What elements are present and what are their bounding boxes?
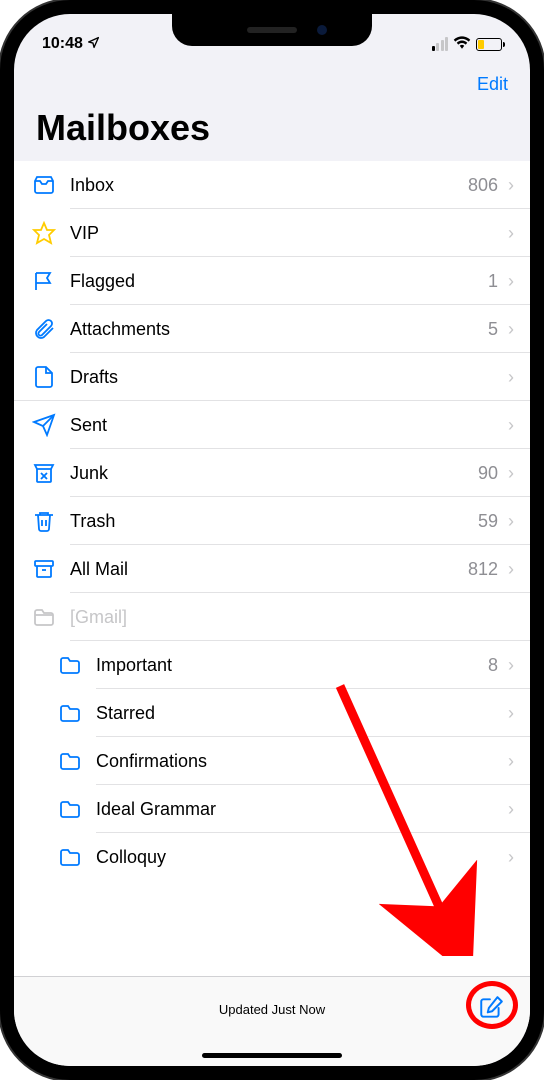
mailbox-label: Important — [96, 655, 488, 676]
chevron-right-icon: › — [508, 463, 514, 484]
page-title: Mailboxes — [14, 103, 530, 161]
draft-icon — [32, 365, 70, 389]
notch — [172, 14, 372, 46]
chevron-right-icon: › — [508, 223, 514, 244]
sync-status: Updated Just Now — [219, 1002, 325, 1017]
compose-button[interactable] — [474, 991, 508, 1028]
mailbox-count: 5 — [488, 319, 498, 340]
mailbox-count: 806 — [468, 175, 498, 196]
mailbox-row-ideal-grammar[interactable]: Ideal Grammar› — [14, 785, 530, 833]
mailbox-row-sent[interactable]: Sent› — [14, 401, 530, 449]
status-time: 10:48 — [42, 35, 100, 53]
junk-icon — [32, 461, 70, 485]
nav-bar: Edit — [14, 64, 530, 103]
mailbox-row-trash[interactable]: Trash59 › — [14, 497, 530, 545]
chevron-right-icon: › — [508, 559, 514, 580]
battery-icon — [476, 38, 502, 51]
star-icon — [32, 221, 70, 245]
mailbox-label: Junk — [70, 463, 478, 484]
compose-icon — [478, 995, 504, 1021]
mailbox-label: Drafts — [70, 367, 508, 388]
mailbox-label: Inbox — [70, 175, 468, 196]
mailbox-label: Starred — [96, 703, 508, 724]
mailbox-label: Trash — [70, 511, 478, 532]
mailbox-label: [Gmail] — [70, 607, 514, 628]
status-indicators — [432, 35, 503, 53]
mailbox-row-drafts[interactable]: Drafts› — [14, 353, 530, 401]
mailbox-label: Attachments — [70, 319, 488, 340]
home-indicator[interactable] — [202, 1053, 342, 1058]
mailbox-count: 8 — [488, 655, 498, 676]
folder-gray-icon — [32, 605, 70, 629]
mailbox-row-vip[interactable]: VIP› — [14, 209, 530, 257]
folder-icon — [58, 845, 96, 869]
folder-icon — [58, 749, 96, 773]
mailbox-label: Flagged — [70, 271, 488, 292]
sent-icon — [32, 413, 70, 437]
mailbox-row-flagged[interactable]: Flagged1 › — [14, 257, 530, 305]
mailbox-label: Confirmations — [96, 751, 508, 772]
chevron-right-icon: › — [508, 847, 514, 868]
mailbox-list[interactable]: Inbox806›VIP›Flagged1›Attachments5›Draft… — [14, 161, 530, 976]
chevron-right-icon: › — [508, 751, 514, 772]
mailbox-label: Sent — [70, 415, 508, 436]
chevron-right-icon: › — [508, 703, 514, 724]
mailbox-row-colloquy[interactable]: Colloquy› — [14, 833, 530, 881]
mailbox-count: 1 — [488, 271, 498, 292]
mailbox-count: 90 — [478, 463, 498, 484]
folder-icon — [58, 653, 96, 677]
mailbox-row-starred[interactable]: Starred› — [14, 689, 530, 737]
mailbox-label: VIP — [70, 223, 508, 244]
mailbox-label: All Mail — [70, 559, 468, 580]
mailbox-row-attachments[interactable]: Attachments5 › — [14, 305, 530, 353]
mailbox-count: 59 — [478, 511, 498, 532]
screen: 10:48 — [14, 14, 530, 1066]
flag-icon — [32, 269, 70, 293]
folder-icon — [58, 797, 96, 821]
edit-button[interactable]: Edit — [477, 74, 508, 95]
mailbox-row-all-mail[interactable]: All Mail812 › — [14, 545, 530, 593]
chevron-right-icon: › — [508, 367, 514, 388]
chevron-right-icon: › — [508, 511, 514, 532]
chevron-right-icon: › — [508, 655, 514, 676]
attachment-icon — [32, 317, 70, 341]
chevron-right-icon: › — [508, 271, 514, 292]
location-icon — [87, 36, 100, 52]
allmail-icon — [32, 557, 70, 581]
chevron-right-icon: › — [508, 319, 514, 340]
mailbox-row-inbox[interactable]: Inbox806 › — [14, 161, 530, 209]
mailbox-row-important[interactable]: Important8 › — [14, 641, 530, 689]
signal-icon — [432, 37, 449, 51]
mailbox-row-junk[interactable]: Junk90 › — [14, 449, 530, 497]
chevron-right-icon: › — [508, 415, 514, 436]
trash-icon — [32, 509, 70, 533]
wifi-icon — [453, 35, 471, 53]
mailbox-count: 812 — [468, 559, 498, 580]
chevron-right-icon: › — [508, 799, 514, 820]
chevron-right-icon: › — [508, 175, 514, 196]
inbox-icon — [32, 173, 70, 197]
mailbox-row-confirmations[interactable]: Confirmations› — [14, 737, 530, 785]
mailbox-label: Ideal Grammar — [96, 799, 508, 820]
folder-icon — [58, 701, 96, 725]
mailbox-label: Colloquy — [96, 847, 508, 868]
mailbox-row--gmail-: [Gmail] — [14, 593, 530, 641]
phone-frame: 10:48 — [0, 0, 544, 1080]
